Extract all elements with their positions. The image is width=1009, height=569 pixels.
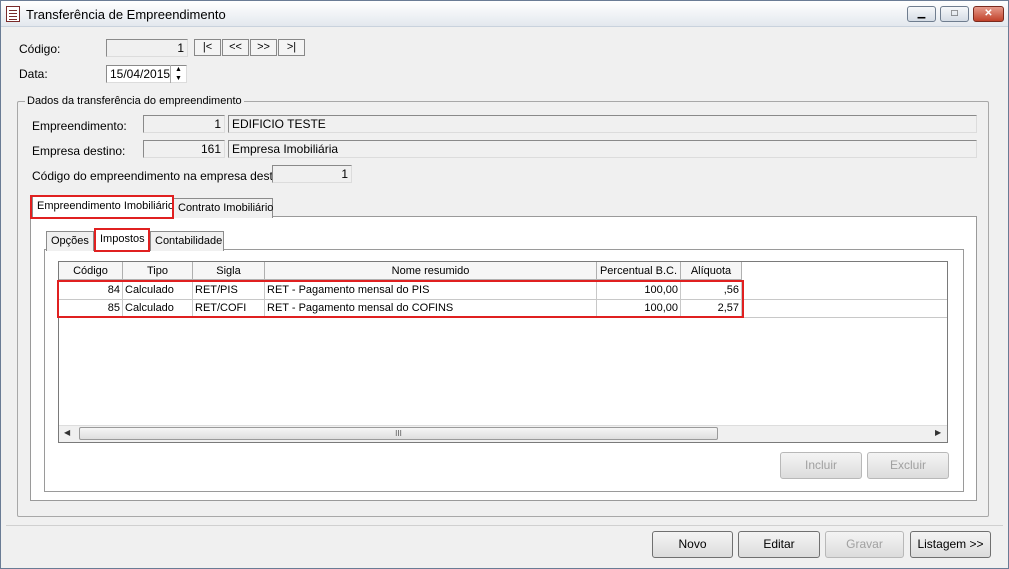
spin-down-icon[interactable]: ▼ <box>171 74 186 83</box>
tab-empreendimento-imobiliario[interactable]: Empreendimento Imobiliário <box>32 196 174 217</box>
editar-button[interactable]: Editar <box>738 531 820 558</box>
listagem-button[interactable]: Listagem >> <box>910 531 991 558</box>
empresa-destino-label: Empresa destino: <box>32 144 126 158</box>
table-cell-codigo[interactable]: 85 <box>59 300 123 317</box>
column-header-codigo[interactable]: Código <box>59 262 123 280</box>
tab-opcoes[interactable]: Opções <box>46 231 94 251</box>
group-title: Dados da transferência do empreendimento <box>25 95 244 107</box>
close-button[interactable]: ✕ <box>973 6 1004 22</box>
scroll-left-icon[interactable]: ◀ <box>64 428 70 437</box>
table-cell-sigla[interactable]: RET/COFI <box>193 300 265 317</box>
scroll-right-icon[interactable]: ▶ <box>935 428 941 437</box>
table-cell-codigo[interactable]: 84 <box>59 282 123 299</box>
last-record-button[interactable]: >| <box>278 39 305 56</box>
codigo-destino-label: Código do empreendimento na empresa dest… <box>32 169 293 183</box>
gravar-button[interactable]: Gravar <box>825 531 904 558</box>
table-cell-sigla[interactable]: RET/PIS <box>193 282 265 299</box>
previous-record-button[interactable]: << <box>222 39 249 56</box>
spin-up-icon[interactable]: ▲ <box>171 65 186 74</box>
column-header-tipo[interactable]: Tipo <box>123 262 193 280</box>
next-record-button[interactable]: >> <box>250 39 277 56</box>
empresa-destino-code-field[interactable]: 161 <box>143 140 225 158</box>
table-cell-tipo[interactable]: Calculado <box>123 282 193 299</box>
grip-icon: III <box>395 429 402 438</box>
tab-impostos[interactable]: Impostos <box>95 229 149 251</box>
table-cell-nome[interactable]: RET - Pagamento mensal do PIS <box>265 282 597 299</box>
data-label: Data: <box>19 67 48 81</box>
data-value: 15/04/2015 <box>110 67 171 81</box>
table-cell-nome[interactable]: RET - Pagamento mensal do COFINS <box>265 300 597 317</box>
incluir-button[interactable]: Incluir <box>780 452 862 479</box>
codigo-field[interactable]: 1 <box>106 39 188 57</box>
window-title: Transferência de Empreendimento <box>26 7 226 22</box>
codigo-label: Código: <box>19 42 61 56</box>
document-icon <box>6 6 20 22</box>
footer-separator <box>6 525 1003 526</box>
tab-contrato-imobiliario[interactable]: Contrato Imobiliário <box>173 198 273 218</box>
maximize-button[interactable]: □ <box>940 6 969 22</box>
scrollbar-thumb[interactable]: III <box>79 427 718 440</box>
empresa-destino-name-field[interactable]: Empresa Imobiliária <box>228 140 977 158</box>
table-cell-tipo[interactable]: Calculado <box>123 300 193 317</box>
minimize-button[interactable]: ▁ <box>907 6 936 22</box>
empreendimento-label: Empreendimento: <box>32 119 127 133</box>
table-cell-aliquota[interactable]: 2,57 <box>681 300 742 317</box>
column-header-nome-resumido[interactable]: Nome resumido <box>265 262 597 280</box>
row-divider <box>59 317 947 318</box>
column-header-sigla[interactable]: Sigla <box>193 262 265 280</box>
novo-button[interactable]: Novo <box>652 531 733 558</box>
tab-contabilidade[interactable]: Contabilidade <box>150 231 224 251</box>
table-cell-percentual[interactable]: 100,00 <box>597 300 681 317</box>
column-header-percentual-bc[interactable]: Percentual B.C. <box>597 262 681 280</box>
date-spinner[interactable]: ▲ ▼ <box>170 65 186 83</box>
codigo-destino-field[interactable]: 1 <box>272 165 352 183</box>
table-cell-aliquota[interactable]: ,56 <box>681 282 742 299</box>
column-header-aliquota[interactable]: Alíquota <box>681 262 742 280</box>
table-cell-percentual[interactable]: 100,00 <box>597 282 681 299</box>
excluir-button[interactable]: Excluir <box>867 452 949 479</box>
empreendimento-name-field[interactable]: EDIFICIO TESTE <box>228 115 977 133</box>
main-window: Transferência de Empreendimento ▁ □ ✕ Có… <box>0 0 1009 569</box>
empreendimento-code-field[interactable]: 1 <box>143 115 225 133</box>
title-bar: Transferência de Empreendimento ▁ □ ✕ <box>1 1 1008 27</box>
first-record-button[interactable]: |< <box>194 39 221 56</box>
